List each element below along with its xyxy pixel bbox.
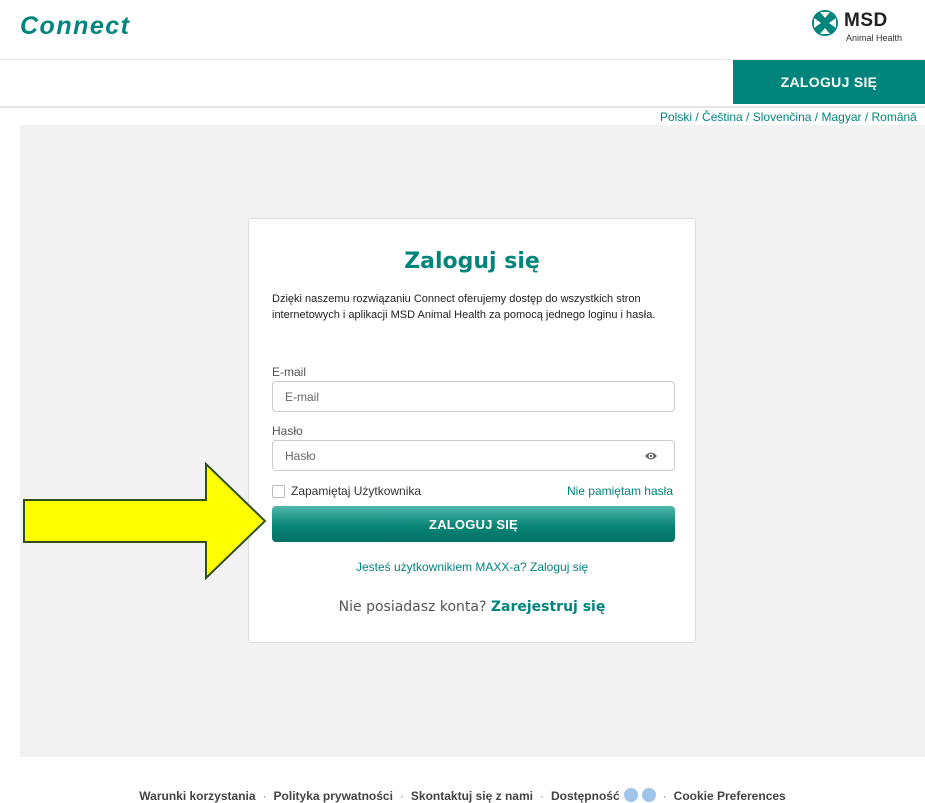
logo-wordmark: MSD	[844, 10, 888, 31]
lang-romana[interactable]: Română	[872, 110, 917, 124]
screen-reader-icon	[641, 787, 656, 802]
msd-logo[interactable]: MSD Animal Health	[810, 9, 920, 45]
logo-subtitle: Animal Health	[846, 33, 903, 43]
show-password-eye-icon[interactable]	[644, 450, 658, 462]
top-nav: ZALOGUJ SIĘ	[0, 60, 925, 108]
site-footer: Warunki korzystania · Polityka prywatności…	[139, 787, 786, 803]
footer-contact-link[interactable]: Skontaktuj się z nami	[411, 789, 533, 803]
lang-cestina[interactable]: Čeština	[702, 110, 743, 124]
nav-login-button[interactable]: ZALOGUJ SIĘ	[733, 60, 925, 104]
footer-privacy-link[interactable]: Polityka prywatności	[274, 789, 393, 803]
language-switcher: Polski / Čeština / Slovenčina / Magyar /…	[660, 110, 917, 124]
msd-logo-icon	[812, 10, 838, 36]
maxx-login-link[interactable]: Jesteś użytkownikiem MAXX-a? Zaloguj się	[249, 560, 695, 574]
lang-magyar[interactable]: Magyar	[821, 110, 861, 124]
register-link[interactable]: Zarejestruj się	[491, 599, 606, 615]
remember-user: Zapamiętaj Użytkownika	[272, 484, 421, 498]
login-title: Zaloguj się	[404, 249, 540, 274]
site-header: Connect MSD Animal Health	[0, 0, 925, 60]
register-text: Nie posiadasz konta?	[338, 599, 487, 615]
footer-accessibility-link[interactable]: Dostępność	[551, 789, 620, 803]
remember-label[interactable]: Zapamiętaj Użytkownika	[291, 484, 421, 498]
login-card: Zaloguj się Dzięki naszemu rozwiązaniu C…	[248, 218, 696, 643]
register-prompt: Nie posiadasz konta? Zarejestruj się	[249, 599, 695, 615]
login-description: Dzięki naszemu rozwiązaniu Connect oferu…	[272, 293, 656, 321]
email-field-wrapper	[272, 381, 675, 412]
forgot-password-link[interactable]: Nie pamiętam hasła	[567, 484, 673, 498]
login-submit-button[interactable]: ZALOGUJ SIĘ	[272, 506, 675, 542]
connect-brand-title[interactable]: Connect	[20, 12, 131, 41]
footer-terms-link[interactable]: Warunki korzystania	[139, 789, 255, 803]
password-label: Hasło	[272, 424, 303, 438]
footer-cookie-preferences-link[interactable]: Cookie Preferences	[674, 789, 786, 803]
lang-polski[interactable]: Polski	[660, 110, 692, 124]
password-field[interactable]	[273, 441, 674, 470]
email-field[interactable]	[273, 382, 674, 411]
password-field-wrapper	[272, 440, 675, 471]
email-label: E-mail	[272, 365, 307, 379]
highlight-arrow-icon	[23, 462, 267, 580]
lang-slovencina[interactable]: Slovenčina	[753, 110, 812, 124]
remember-checkbox[interactable]	[272, 484, 285, 498]
accessibility-icon	[623, 787, 638, 802]
